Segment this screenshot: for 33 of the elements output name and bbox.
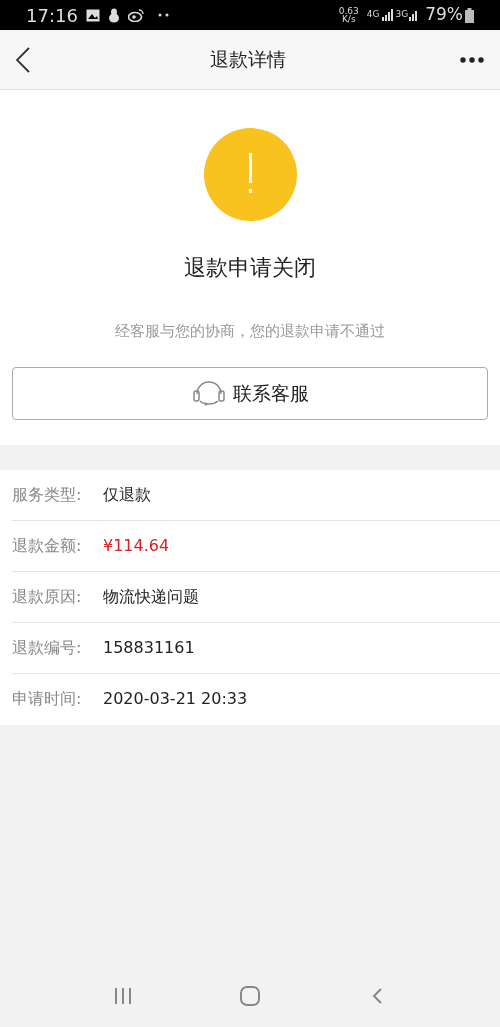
detail-label: 退款金额: [12,534,83,557]
signal-icon [381,9,394,21]
signal-icon [409,9,420,21]
detail-value: 2020-03-21 20:33 [103,688,248,710]
result-message: 经客服与您的协商，您的退款申请不通过 [115,321,385,342]
page-title: 退款详情 [209,47,287,73]
detail-label: 退款原因: [12,585,83,608]
image-icon [85,8,100,22]
result-title: 退款申请关闭 [184,254,316,282]
battery-percent: 79% [425,3,463,27]
detail-value: 158831161 [103,636,195,659]
detail-value: 仅退款 [103,483,151,506]
more-notifications-icon [157,13,170,17]
network-speed-unit: K/s [341,15,356,23]
network-type: 4G [366,8,380,22]
more-icon [460,56,484,63]
detail-label: 服务类型: [12,483,83,506]
status-time: 17:16 [26,3,78,28]
battery-icon [465,7,474,23]
back-icon [371,988,382,1004]
refund-amount: ¥114.64 [103,534,170,557]
recent-apps-icon [114,988,133,1004]
network-speed: 0.63 [338,7,359,15]
detail-label: 申请时间: [12,688,83,710]
network-type: 3G [395,8,409,22]
home-icon [240,986,260,1006]
headset-icon [191,378,227,408]
detail-value: 物流快递问题 [103,585,199,608]
contact-service-button[interactable]: 联系客服 [12,366,488,420]
detail-label: 退款编号: [12,636,83,659]
home-button[interactable] [238,984,262,1008]
back-icon [16,46,30,73]
warning-icon [203,128,297,221]
